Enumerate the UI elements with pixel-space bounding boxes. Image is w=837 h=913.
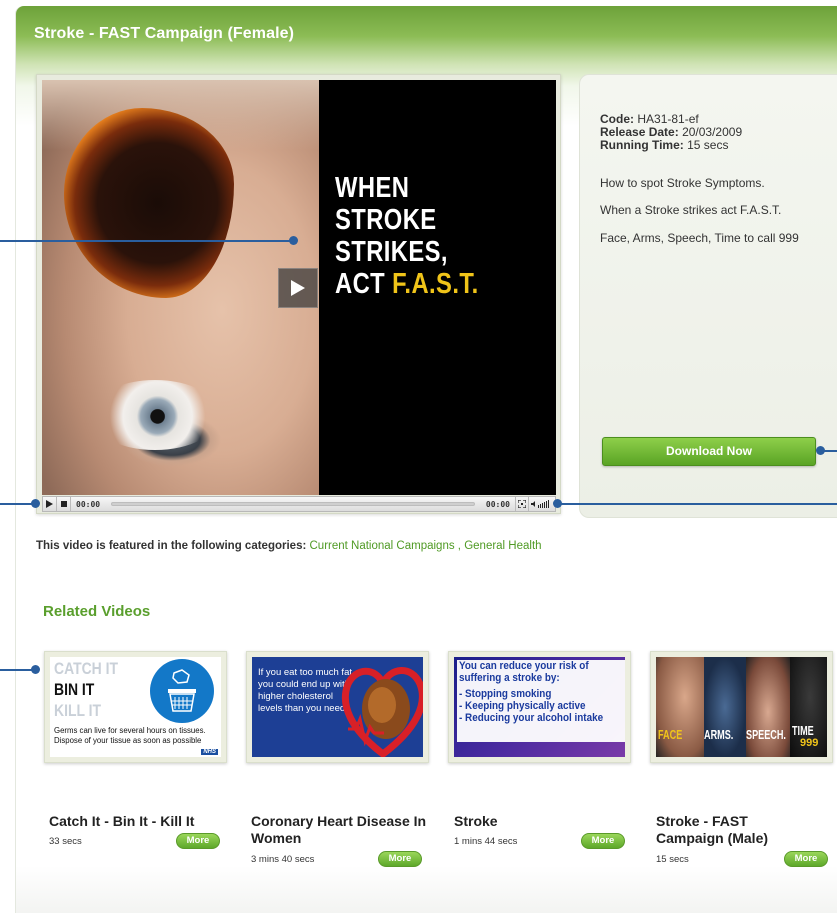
release-label: Release Date:	[600, 125, 679, 139]
related-video-duration: 15 secs	[656, 854, 689, 865]
volume-icon	[531, 500, 549, 508]
thumb-catch-it-text: Germs can live for several hours on tiss…	[54, 726, 206, 745]
categories-line: This video is featured in the following …	[36, 540, 542, 552]
thumb-stroke-bullet-1: - Stopping smoking	[459, 688, 552, 700]
related-video-duration: 3 mins 40 secs	[251, 854, 315, 865]
play-overlay-button[interactable]	[278, 268, 318, 308]
slogan-line-1: WHEN	[335, 172, 410, 204]
related-video-thumb-stroke[interactable]: You can reduce your risk of suffering a …	[448, 651, 631, 763]
thumb-stroke-bullet-2: - Keeping physically active	[459, 700, 586, 712]
callout-dot-related	[31, 665, 40, 674]
callout-dot-controls-left	[31, 499, 40, 508]
thumb-stroke-head: You can reduce your risk of suffering a …	[459, 660, 589, 684]
seek-bar[interactable]	[111, 502, 475, 506]
related-video-title[interactable]: Coronary Heart Disease In Women	[251, 813, 441, 847]
nhs-logo: NHS	[201, 749, 218, 755]
thumb-coronary-text: If you eat too much fat you could end up…	[258, 667, 352, 714]
tissue-bin-icon	[168, 669, 196, 712]
related-video-title[interactable]: Stroke	[454, 813, 584, 830]
thumb-male-word-speech: SPEECH.	[746, 727, 786, 742]
thumb-male-word-999: 999	[800, 737, 819, 749]
video-slogan: WHEN STROKE STRIKES, ACT F.A.S.T.	[335, 172, 516, 300]
callout-dot-controls-right	[553, 499, 562, 508]
related-video-thumb-stroke-male[interactable]: FACE ARMS. SPEECH. TIME 999	[650, 651, 833, 763]
thumb-stroke-text: You can reduce your risk of suffering a …	[459, 660, 608, 724]
thumb-stroke-bullet-3: - Reducing your alcohol intake	[459, 712, 604, 724]
description-3: Face, Arms, Speech, Time to call 999	[600, 231, 799, 245]
video-info-box: Code: HA31-81-ef Release Date: 20/03/200…	[579, 74, 837, 518]
callout-dot-video	[289, 236, 298, 245]
thumb-catch-it-line-2: BIN IT	[54, 680, 95, 699]
thumb-catch-it-line-3: KILL IT	[54, 701, 101, 720]
related-video-thumb-catch-it[interactable]: CATCH IT BIN IT KILL IT Germs can live f…	[44, 651, 227, 763]
callout-line-video	[0, 240, 292, 242]
category-link-general-health[interactable]: General Health	[464, 540, 541, 552]
running-value: 15 secs	[687, 138, 729, 152]
running-time-line: Running Time: 15 secs	[600, 139, 728, 152]
callout-line-controls-right	[557, 503, 837, 505]
more-button[interactable]: More	[176, 833, 220, 849]
code-value: HA31-81-ef	[637, 112, 699, 126]
download-now-button[interactable]: Download Now	[602, 437, 816, 466]
page: Stroke - FAST Campaign (Female) WHEN STR…	[0, 0, 837, 913]
page-title: Stroke - FAST Campaign (Female)	[34, 25, 295, 42]
thumb-male-word-time: TIME	[792, 723, 814, 738]
stop-button[interactable]	[57, 497, 71, 511]
player-controls: 00:00 00:00	[42, 496, 556, 512]
video-frame[interactable]: WHEN STROKE STRIKES, ACT F.A.S.T.	[42, 80, 556, 495]
heart-icon	[341, 667, 423, 757]
fullscreen-button[interactable]	[515, 497, 529, 511]
volume-control[interactable]	[529, 497, 555, 511]
running-label: Running Time:	[600, 138, 684, 152]
related-video-title[interactable]: Catch It - Bin It - Kill It	[49, 813, 239, 830]
code-label: Code:	[600, 112, 634, 126]
callout-line-related	[0, 669, 35, 671]
thumb-male-panel-2	[704, 657, 746, 757]
related-video-duration: 1 mins 44 secs	[454, 836, 518, 847]
thumb-catch-it-image: CATCH IT BIN IT KILL IT Germs can live f…	[50, 657, 221, 757]
thumb-male-word-face: FACE	[658, 727, 683, 742]
related-video-duration: 33 secs	[49, 836, 82, 847]
description-2: When a Stroke strikes act F.A.S.T.	[600, 203, 782, 217]
categories-prefix: This video is featured in the following …	[36, 540, 307, 552]
thumb-stroke-male-image: FACE ARMS. SPEECH. TIME 999	[656, 657, 827, 757]
categories-separator: ,	[454, 540, 465, 552]
callout-dot-download	[816, 446, 825, 455]
thumb-catch-it-line-1: CATCH IT	[54, 659, 119, 678]
video-player[interactable]: WHEN STROKE STRIKES, ACT F.A.S.T. 00:00 …	[36, 74, 561, 514]
slogan-line-2: STROKE STRIKES,	[335, 204, 448, 268]
stop-icon	[60, 501, 67, 507]
play-icon	[291, 280, 305, 296]
time-total: 00:00	[485, 499, 510, 509]
bin-icon	[150, 659, 214, 723]
more-button[interactable]: More	[581, 833, 625, 849]
more-button[interactable]: More	[784, 851, 828, 867]
slogan-line-3-prefix: ACT	[335, 268, 393, 300]
thumb-male-panel-3	[746, 657, 790, 757]
time-elapsed: 00:00	[76, 499, 101, 509]
related-video-thumb-coronary[interactable]: If you eat too much fat you could end up…	[246, 651, 429, 763]
more-button[interactable]: More	[378, 851, 422, 867]
related-video-title[interactable]: Stroke - FAST Campaign (Male)	[656, 813, 796, 847]
related-videos-heading: Related Videos	[43, 603, 151, 620]
thumb-catch-it-words: CATCH IT BIN IT KILL IT	[54, 658, 118, 721]
thumb-coronary-image: If you eat too much fat you could end up…	[252, 657, 423, 757]
slogan-line-3: ACT F.A.S.T.	[335, 268, 516, 300]
play-button[interactable]	[43, 497, 57, 511]
thumb-male-word-arms: ARMS.	[704, 727, 734, 742]
thumb-stroke-image: You can reduce your risk of suffering a …	[454, 657, 625, 757]
category-link-current-national-campaigns[interactable]: Current National Campaigns	[310, 540, 455, 552]
thumb-male-panel-1	[656, 657, 704, 757]
release-value: 20/03/2009	[682, 125, 743, 139]
play-icon	[46, 500, 53, 508]
fullscreen-icon	[518, 500, 526, 508]
slogan-highlight: F.A.S.T.	[392, 268, 479, 300]
description-1: How to spot Stroke Symptoms.	[600, 176, 765, 190]
video-thumbnail-eye	[90, 380, 220, 450]
